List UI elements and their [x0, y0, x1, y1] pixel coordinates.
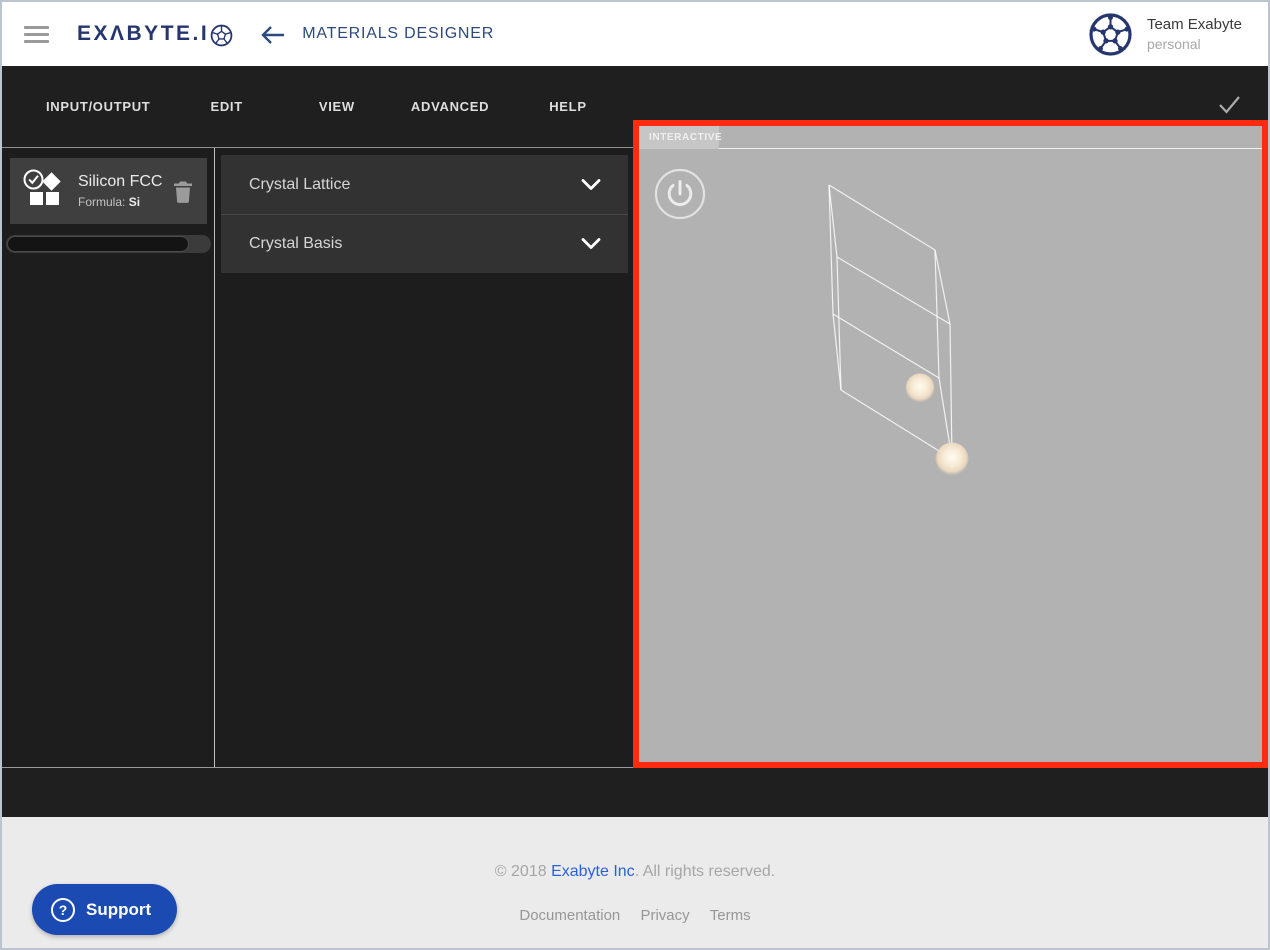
- link-documentation[interactable]: Documentation: [519, 907, 620, 924]
- avatar: [1088, 12, 1133, 57]
- account-text: Team Exabyte personal: [1147, 16, 1242, 52]
- accordion-group: Crystal Lattice Crystal Basis: [221, 155, 628, 273]
- hamburger-menu-icon[interactable]: [24, 22, 49, 47]
- exabyte-logo[interactable]: EXΛBYTE.I: [77, 22, 233, 47]
- material-formula: Formula: Si: [78, 195, 173, 209]
- crystal-scene[interactable]: [639, 126, 1262, 762]
- material-info: Silicon FCC Formula: Si: [78, 173, 173, 209]
- menu-item-advanced[interactable]: ADVANCED: [411, 99, 489, 114]
- copyright-suffix: . All rights reserved.: [635, 863, 776, 880]
- menu-item-edit[interactable]: EDIT: [210, 99, 242, 114]
- link-privacy[interactable]: Privacy: [640, 907, 689, 924]
- back-arrow-icon[interactable]: [259, 24, 286, 46]
- page-title: MATERIALS DESIGNER: [302, 25, 494, 43]
- accordion-crystal-lattice[interactable]: Crystal Lattice: [221, 155, 628, 214]
- support-label: Support: [86, 900, 151, 920]
- copyright: © 2018 Exabyte Inc. All rights reserved.: [2, 817, 1268, 881]
- viewer-tab: INTERACTIVE: [639, 126, 719, 149]
- viewer-header-divider: [639, 148, 1262, 149]
- svg-text:?: ?: [59, 902, 68, 918]
- chevron-down-icon: [580, 178, 602, 192]
- app-header: EXΛBYTE.I MATERIALS DESIGNER: [2, 2, 1268, 66]
- link-terms[interactable]: Terms: [710, 907, 751, 924]
- saved-check-icon: [1217, 94, 1242, 115]
- footer-links: Documentation Privacy Terms: [2, 907, 1268, 924]
- accordion-label: Crystal Basis: [249, 235, 580, 253]
- interactive-viewer[interactable]: INTERACTIVE: [633, 120, 1268, 768]
- formula-value: Si: [129, 195, 140, 209]
- account-type: personal: [1147, 36, 1242, 52]
- logo-text: EXΛBYTE.I: [77, 22, 209, 46]
- power-button[interactable]: [654, 168, 706, 220]
- materials-sidebar: Silicon FCC Formula: Si: [2, 148, 215, 767]
- delete-icon[interactable]: [173, 180, 193, 203]
- accordion-crystal-basis[interactable]: Crystal Basis: [221, 214, 628, 273]
- account-menu[interactable]: Team Exabyte personal: [1088, 12, 1242, 57]
- menu-item-input-output[interactable]: INPUT/OUTPUT: [46, 99, 150, 114]
- app-footer: © 2018 Exabyte Inc. All rights reserved.…: [2, 817, 1268, 950]
- copyright-prefix: © 2018: [495, 863, 551, 880]
- material-name: Silicon FCC: [78, 173, 173, 191]
- bottom-strip: [2, 768, 1268, 817]
- formula-label: Formula:: [78, 195, 125, 209]
- material-selected-icon: [20, 168, 66, 214]
- material-card[interactable]: Silicon FCC Formula: Si: [10, 158, 207, 224]
- power-icon: [654, 168, 706, 220]
- menu-item-view[interactable]: VIEW: [319, 99, 355, 114]
- app-window: EXΛBYTE.I MATERIALS DESIGNER: [0, 0, 1270, 950]
- question-icon: ?: [50, 897, 76, 923]
- account-name: Team Exabyte: [1147, 16, 1242, 33]
- menu-item-help[interactable]: HELP: [549, 99, 586, 114]
- chevron-down-icon: [580, 237, 602, 251]
- support-button[interactable]: ? Support: [32, 884, 177, 935]
- company-link[interactable]: Exabyte Inc: [551, 863, 635, 880]
- accordion-label: Crystal Lattice: [249, 176, 580, 194]
- scrollbar-track[interactable]: [6, 235, 211, 253]
- logo-ball-icon: [210, 24, 233, 47]
- scrollbar-thumb[interactable]: [7, 236, 189, 252]
